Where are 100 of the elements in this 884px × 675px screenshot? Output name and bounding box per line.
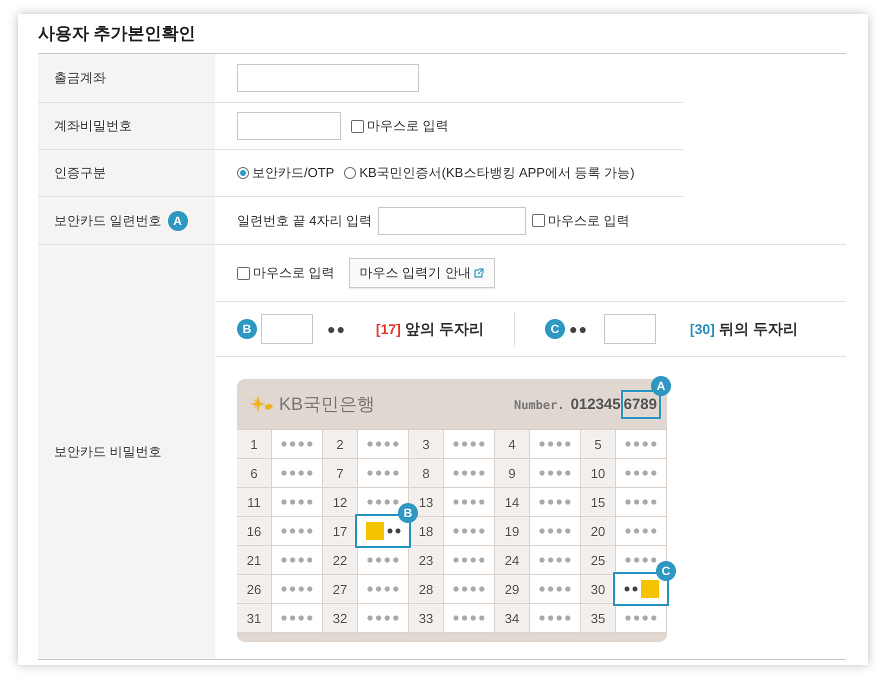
external-link-icon: [474, 268, 484, 278]
card-index-cell: 24: [495, 546, 530, 575]
masked-digits-icon: [625, 470, 657, 476]
cell-index: [30]: [690, 321, 715, 337]
card-index-cell: 5: [581, 430, 616, 459]
auth-radio[interactable]: 보안카드/OTP: [237, 164, 334, 182]
front-digits-field[interactable]: [261, 314, 313, 344]
card-index-cell: 7: [323, 459, 358, 488]
digits-hint: 앞의 두자리: [404, 320, 484, 338]
card-index-cell: 9: [495, 459, 530, 488]
masked-digits-icon: [539, 470, 571, 476]
digits-hint: 뒤의 두자리: [718, 320, 798, 338]
card-number-label: Number.: [514, 398, 565, 412]
card-index-cell: 27: [323, 575, 358, 604]
card-index-cell: 4: [495, 430, 530, 459]
card-index-cell: 26: [237, 575, 272, 604]
card-index-cell: 23: [409, 546, 444, 575]
highlight-square-icon: [640, 580, 658, 598]
masked-digits-icon: [539, 586, 571, 592]
masked-digits-icon: [453, 615, 485, 621]
field-label: 출금계좌: [54, 69, 106, 87]
mouse-guide-button[interactable]: 마우스 입력기 안내: [348, 258, 495, 288]
masked-digits-icon: [539, 499, 571, 505]
card-index-cell: 25: [581, 546, 616, 575]
mouse-input-checkbox[interactable]: 마우스로 입력: [532, 212, 630, 230]
card-index-cell: 31: [237, 604, 272, 633]
masked-digits-icon: [367, 615, 399, 621]
masked-digits-icon: [539, 528, 571, 534]
back-digits-field[interactable]: [604, 314, 656, 344]
field-prompt: 일련번호 끝 4자리 입력: [237, 212, 372, 230]
masked-digits-icon: [367, 441, 399, 447]
masked-digits-icon: [539, 615, 571, 621]
bank-logo-icon: [249, 394, 275, 414]
marker-badge: B: [237, 319, 257, 339]
auth-radio[interactable]: KB국민인증서(KB스타뱅킹 APP에서 등록 가능): [344, 164, 635, 182]
masked-digits-icon: [453, 470, 485, 476]
masked-digits-icon: [539, 557, 571, 563]
masked-digits-icon: [281, 499, 313, 505]
marker-badge: A: [651, 376, 671, 396]
cell-index: [17]: [376, 321, 401, 337]
card-index-cell: 32: [323, 604, 358, 633]
card-index-cell: 15: [581, 488, 616, 517]
field-label: 계좌비밀번호: [54, 117, 132, 135]
masked-digits-icon: [453, 528, 485, 534]
masked-digits-icon: [367, 499, 399, 505]
masked-digits-icon: [281, 470, 313, 476]
mouse-input-checkbox[interactable]: 마우스로 입력: [351, 117, 449, 135]
masked-digits-icon: [625, 441, 657, 447]
card-index-cell: 28: [409, 575, 444, 604]
masked-digits-icon: [539, 441, 571, 447]
card-index-cell: 2: [323, 430, 358, 459]
masked-digits-icon: [625, 528, 657, 534]
field-label: 보안카드 비밀번호: [54, 443, 162, 461]
marker-badge: C: [545, 319, 565, 339]
field-label: 보안카드 일련번호: [54, 212, 162, 230]
mouse-input-checkbox[interactable]: 마우스로 입력: [237, 264, 335, 282]
card-index-cell: 1: [237, 430, 272, 459]
card-index-cell: 33: [409, 604, 444, 633]
masked-digits-icon: [367, 470, 399, 476]
card-index-cell: 17: [323, 517, 358, 546]
card-index-cell: 6: [237, 459, 272, 488]
serial-field[interactable]: [378, 206, 526, 234]
card-index-cell: 35: [581, 604, 616, 633]
card-index-cell: 14: [495, 488, 530, 517]
card-index-cell: 8: [409, 459, 444, 488]
card-index-cell: 16: [237, 517, 272, 546]
card-index-cell: 34: [495, 604, 530, 633]
card-index-cell: 21: [237, 546, 272, 575]
card-number: 012345: [570, 396, 621, 412]
masked-digits-icon: [453, 586, 485, 592]
masked-digits-icon: [367, 557, 399, 563]
masked-digits-icon: [281, 586, 313, 592]
masked-digits: ●●: [569, 321, 588, 337]
masked-digits-icon: [386, 528, 400, 534]
card-index-cell: 29: [495, 575, 530, 604]
masked-digits-icon: [453, 441, 485, 447]
masked-digits-icon: [625, 557, 657, 563]
masked-digits-icon: [453, 499, 485, 505]
masked-digits-icon: [453, 557, 485, 563]
masked-digits-icon: [367, 586, 399, 592]
account-field[interactable]: [237, 64, 419, 92]
page-title: 사용자 추가본인확인: [38, 23, 197, 45]
masked-digits-icon: [625, 615, 657, 621]
card-index-cell: 20: [581, 517, 616, 546]
masked-digits-icon: [624, 586, 638, 592]
marker-badge: A: [168, 210, 188, 230]
masked-digits-icon: [281, 441, 313, 447]
card-index-cell: 19: [495, 517, 530, 546]
masked-digits-icon: [281, 615, 313, 621]
card-index-cell: 10: [581, 459, 616, 488]
masked-digits-icon: [625, 499, 657, 505]
card-index-cell: 18: [409, 517, 444, 546]
field-label: 인증구분: [54, 164, 106, 182]
card-index-cell: 11: [237, 488, 272, 517]
password-field[interactable]: [237, 112, 341, 140]
card-index-cell: 12: [323, 488, 358, 517]
marker-badge: C: [656, 561, 676, 581]
card-index-cell: 22: [323, 546, 358, 575]
card-index-cell: 30: [581, 575, 616, 604]
card-index-cell: 3: [409, 430, 444, 459]
